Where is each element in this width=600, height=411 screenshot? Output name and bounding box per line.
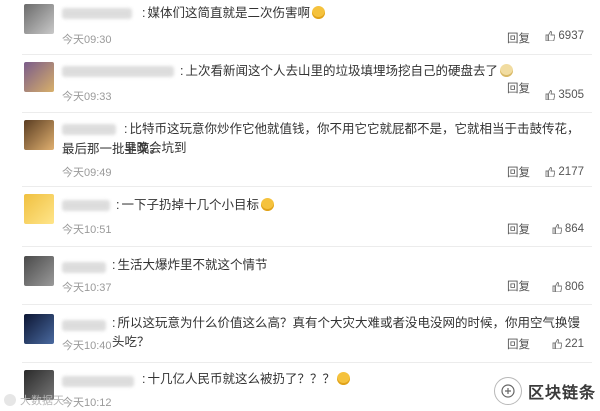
comment-text: : 一下子扔掉十几个小目标 [116, 196, 580, 215]
reply-button[interactable]: 回复 [507, 336, 530, 352]
comment-item: : 生活大爆炸里不就这个情节 今天10:37 回复 806 [0, 250, 600, 300]
avatar[interactable] [24, 62, 54, 92]
thumbs-up-icon [552, 339, 562, 349]
comment-item: : 上次看新闻这个人去山里的垃圾填埋场挖自己的硬盘去了 今天09:33 回复 35… [0, 56, 600, 108]
avatar[interactable] [24, 194, 54, 224]
like-button[interactable]: 864 [552, 223, 584, 235]
thumbs-up-icon [552, 282, 562, 292]
watermark-text: 区块链条 [527, 385, 596, 402]
comment-time: 今天09:33 [62, 91, 112, 103]
comment-text: : 媒体们这简直就是二次伤害啊 [142, 4, 580, 23]
like-button[interactable]: 2177 [545, 166, 584, 178]
reply-button[interactable]: 回复 [507, 164, 530, 180]
source-watermark: 大数据天 [4, 392, 64, 408]
comment-item: : 媒体们这简直就是二次伤害啊 今天09:30 回复 6937 [0, 0, 600, 52]
comment-time: 今天09:30 [62, 34, 112, 46]
username-blurred[interactable] [62, 8, 132, 19]
divider [22, 362, 592, 363]
reply-button[interactable]: 回复 [507, 221, 530, 237]
comment-time: 今天10:51 [62, 224, 112, 236]
comment-item: : 比特币这玩意你炒作它他就值钱，你不用它它就屁都不是，它就相当于击鼓传花，早晚会… [0, 114, 600, 186]
like-button[interactable]: 221 [552, 338, 584, 350]
avatar[interactable] [24, 256, 54, 286]
thumbs-up-icon [552, 224, 562, 234]
divider [22, 186, 592, 187]
thumbs-up-icon [545, 31, 556, 41]
divider [22, 246, 592, 247]
username-blurred[interactable] [62, 200, 110, 211]
bear-emoji [500, 64, 513, 77]
divider [22, 112, 592, 113]
reply-button[interactable]: 回复 [507, 80, 530, 96]
laugh-cry-emoji [312, 6, 325, 19]
avatar[interactable] [24, 4, 54, 34]
avatar[interactable] [24, 120, 54, 150]
comment-text: : 生活大爆炸里不就这个情节 [112, 258, 268, 272]
comment-text: 最后那一批韭菜。 [62, 142, 163, 156]
username-blurred[interactable] [62, 262, 106, 273]
comment-time: 今天10:12 [62, 397, 112, 409]
watermark-logo-icon [4, 394, 16, 406]
comment-item: : 所以这玩意为什么价值这么高？真有个大灾大难或者没电没网的时候，你用空气换馒头吃… [0, 308, 600, 360]
comment-time: 今天10:37 [62, 282, 112, 294]
reply-button[interactable]: 回复 [507, 278, 530, 294]
brand-watermark: 区块链条 [493, 377, 596, 405]
comment-text: : 上次看新闻这个人去山里的垃圾填埋场挖自己的硬盘去了 [180, 62, 580, 81]
comment-time: 今天09:49 [62, 167, 112, 179]
laugh-cry-emoji [261, 198, 274, 211]
comment-time: 今天10:40 [62, 340, 112, 352]
chain-logo-icon [493, 377, 522, 405]
like-button[interactable]: 806 [552, 281, 584, 293]
like-button[interactable]: 6937 [545, 30, 584, 42]
reply-button[interactable]: 回复 [507, 30, 530, 46]
username-blurred[interactable] [62, 124, 116, 135]
username-blurred[interactable] [62, 376, 134, 387]
comment-item: : 一下子扔掉十几个小目标 今天10:51 回复 864 [0, 190, 600, 242]
shocked-emoji [337, 372, 350, 385]
divider [22, 54, 592, 55]
like-button[interactable]: 3505 [545, 89, 584, 101]
avatar[interactable] [24, 314, 54, 344]
username-blurred[interactable] [62, 320, 106, 331]
divider [22, 304, 592, 305]
username-blurred[interactable] [62, 66, 174, 77]
thumbs-up-icon [545, 90, 556, 100]
thumbs-up-icon [545, 167, 556, 177]
